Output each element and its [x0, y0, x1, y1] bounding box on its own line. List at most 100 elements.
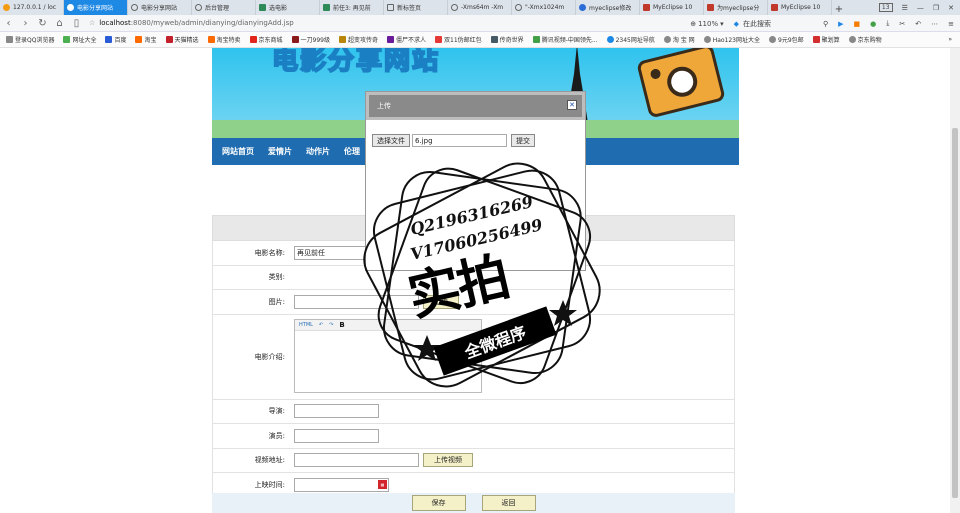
globe-icon [131, 4, 138, 11]
star-icon[interactable]: ☆ [89, 19, 95, 27]
browser-tab[interactable]: 新标签页 [384, 0, 448, 15]
bookmark-item[interactable]: 登录QQ浏览器 [6, 35, 54, 44]
chat-icon[interactable]: ● [870, 20, 876, 28]
undo-icon[interactable]: ↶ [915, 20, 921, 28]
more-icon[interactable]: ⋯ [931, 20, 938, 28]
menu-icon[interactable]: ☰ [902, 4, 908, 12]
director-input[interactable] [294, 404, 379, 419]
image-label: 图片: [268, 297, 285, 306]
zoom-level[interactable]: 110% [698, 20, 718, 28]
search-icon[interactable]: ⚲ [823, 20, 828, 28]
url-path: :8080/myweb/admin/dianying/dianyingAdd.j… [130, 19, 294, 27]
browser-tab[interactable]: 电影分享网站 [128, 0, 192, 15]
scrollbar-thumb[interactable] [952, 128, 958, 498]
video-icon[interactable]: ■ [854, 20, 861, 28]
form-row-video: 视频地址: 上传视频 [212, 448, 735, 473]
browser-tab-active[interactable]: 电影分享网站 [64, 0, 128, 15]
minimize-icon[interactable]: — [917, 4, 924, 12]
vertical-scrollbar[interactable] [950, 48, 960, 513]
bookmark-item[interactable]: Hao123网址大全 [703, 35, 760, 44]
maximize-icon[interactable]: ❐ [933, 4, 939, 12]
browser-tab[interactable]: 为myeclipse分 [704, 0, 768, 15]
dialog-body: 选择文件 6.jpg 提交 [372, 134, 535, 147]
video-upload-button[interactable]: 上传视频 [423, 453, 473, 468]
bookmark-item[interactable]: 僵尸不求人 [387, 35, 426, 44]
play-icon[interactable]: ▶ [838, 20, 843, 28]
bookmark-icon [63, 36, 71, 43]
close-icon[interactable]: ✕ [567, 100, 577, 110]
browser-tab[interactable]: 127.0.0.1 / loc [0, 0, 64, 15]
choose-file-button[interactable]: 选择文件 [372, 134, 410, 147]
bold-icon[interactable]: B [339, 321, 344, 329]
reader-icon[interactable]: ▯ [68, 18, 85, 29]
bookmark-item[interactable]: 双11伪邮红包 [435, 35, 482, 44]
address-bar[interactable]: ☆ localhost:8080/myweb/admin/dianying/di… [89, 17, 609, 30]
download-icon[interactable]: ⤓ [886, 19, 889, 28]
bookmark-item[interactable]: 淘宝 [135, 35, 157, 44]
paw-icon [579, 4, 586, 11]
game-icon [387, 36, 395, 43]
zoom-icon[interactable]: ⊕ [690, 20, 696, 28]
back-icon[interactable]: ‹ [0, 18, 17, 29]
submit-button[interactable]: 提交 [511, 134, 535, 147]
html-source-icon[interactable]: HTML [299, 322, 313, 328]
video-path-input[interactable] [294, 453, 419, 468]
window-controls: 13 ☰ — ❐ ✕ [878, 0, 960, 15]
chevron-down-icon[interactable]: ▾ [720, 20, 724, 28]
name-label: 电影名称: [254, 248, 285, 257]
back-button[interactable]: 返回 [481, 495, 536, 511]
bookmark-item[interactable]: 腾讯视频-中国领先... [532, 35, 598, 44]
bookmark-item[interactable]: 网址大全 [63, 35, 96, 44]
save-button[interactable]: 保存 [411, 495, 466, 511]
bookmark-item[interactable]: 淘 宝 网 [663, 35, 695, 44]
browser-tab[interactable]: 选电影 [256, 0, 320, 15]
nav-romance[interactable]: 爱情片 [268, 146, 292, 157]
globe-icon [606, 36, 614, 43]
taobao-icon [207, 36, 215, 43]
tab-count-badge[interactable]: 13 [878, 3, 893, 12]
browser-tab[interactable]: MyEclipse 10 [768, 0, 832, 15]
bookmark-item[interactable]: 天猫精选 [165, 35, 199, 44]
reload-icon[interactable]: ↻ [34, 18, 51, 29]
bookmark-item[interactable]: 超变攻传奇 [339, 35, 378, 44]
bookmark-item[interactable]: 9元9包邮 [769, 35, 804, 44]
browser-nav-bar: ‹ › ↻ ⌂ ▯ ☆ localhost:8080/myweb/admin/d… [0, 15, 960, 32]
redo-icon[interactable]: ↷ [329, 322, 333, 328]
close-icon[interactable]: ✕ [948, 4, 954, 12]
more-bookmarks-icon[interactable]: » [948, 36, 960, 43]
c-logo-icon [771, 4, 778, 11]
bookmark-item[interactable]: 京东购物 [848, 35, 882, 44]
browser-tab[interactable]: MyEclipse 10 [640, 0, 704, 15]
gift-icon [435, 36, 443, 43]
scissors-icon[interactable]: ✂ [899, 20, 905, 28]
browser-tab[interactable]: myeclipse修改 [576, 0, 640, 15]
camera-eye-icon [649, 67, 662, 81]
calendar-icon[interactable]: ▦ [378, 480, 387, 490]
bookmark-item[interactable]: 淘宝特卖 [207, 35, 241, 44]
date-input[interactable] [294, 477, 389, 492]
undo-icon[interactable]: ↶ [319, 322, 323, 328]
bookmark-item[interactable]: 一刀999级 [291, 35, 330, 44]
bookmark-item[interactable]: 聚划算 [812, 35, 840, 44]
actor-input[interactable] [294, 428, 379, 443]
bookmark-item[interactable]: 百度 [105, 35, 126, 44]
browser-tab[interactable]: 后台管理 [192, 0, 256, 15]
new-tab-button[interactable]: + [832, 4, 846, 15]
menu-icon[interactable]: ≡ [948, 20, 954, 28]
forward-icon[interactable]: › [17, 18, 34, 29]
globe-icon [195, 4, 202, 11]
bookmark-item[interactable]: 京东商城 [249, 35, 283, 44]
browser-tab[interactable]: -Xms64m -Xm [448, 0, 512, 15]
search-input[interactable]: 在此搜索 [743, 19, 813, 29]
tab-favicon-icon [259, 4, 266, 11]
camera-illustration [636, 48, 726, 119]
bookmark-item[interactable]: 传奇世界 [490, 35, 524, 44]
home-icon[interactable]: ⌂ [51, 18, 68, 29]
nav-action[interactable]: 动作片 [306, 146, 330, 157]
nav-home[interactable]: 网站首页 [222, 146, 254, 157]
browser-tab[interactable]: 前任3: 再见前 [320, 0, 384, 15]
browser-tab[interactable]: "-Xmx1024m [512, 0, 576, 15]
bookmark-item[interactable]: 2345网址导航 [606, 35, 655, 44]
search-icon [515, 4, 522, 11]
globe-icon [848, 36, 856, 43]
